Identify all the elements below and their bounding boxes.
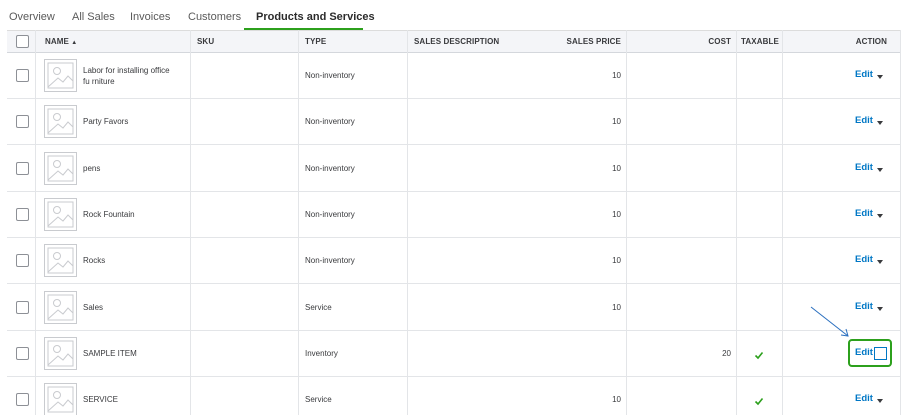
- tab-products-and-services[interactable]: Products and Services: [256, 11, 375, 23]
- item-sales-price: 10: [612, 256, 621, 266]
- row-checkbox[interactable]: [16, 115, 29, 129]
- action-menu-dropdown-button[interactable]: [874, 347, 887, 360]
- item-name: pens: [83, 163, 101, 173]
- tab-all-sales[interactable]: All Sales: [72, 11, 115, 23]
- item-type: Non-inventory: [305, 163, 355, 173]
- edit-link[interactable]: Edit: [855, 254, 873, 265]
- table-row[interactable]: SAMPLE ITEM Inventory 20 Edit: [7, 331, 901, 377]
- row-checkbox[interactable]: [16, 254, 29, 268]
- image-placeholder-icon: [44, 336, 77, 370]
- row-checkbox[interactable]: [16, 161, 29, 175]
- column-header-sku[interactable]: SKU: [197, 31, 214, 53]
- checkmark-icon: [754, 398, 764, 406]
- item-type: Non-inventory: [305, 210, 355, 220]
- item-sales-price: 10: [612, 71, 621, 81]
- image-placeholder-icon: [44, 151, 77, 185]
- select-all-checkbox[interactable]: [16, 35, 29, 48]
- row-checkbox[interactable]: [16, 300, 29, 314]
- checkmark-icon: [754, 351, 764, 360]
- row-checkbox[interactable]: [16, 346, 29, 360]
- caret-down-icon[interactable]: [877, 214, 883, 219]
- item-sales-price: 10: [612, 117, 621, 127]
- item-type: Non-inventory: [305, 71, 355, 81]
- item-type: Non-inventory: [305, 256, 355, 266]
- image-placeholder-icon: [44, 197, 77, 231]
- tab-customers[interactable]: Customers: [188, 11, 241, 23]
- row-checkbox[interactable]: [16, 208, 29, 222]
- image-placeholder-icon: [44, 244, 77, 278]
- caret-down-icon[interactable]: [877, 167, 883, 172]
- edit-link[interactable]: Edit: [855, 162, 873, 173]
- item-name: Party Favors: [83, 117, 129, 127]
- item-name: SAMPLE ITEM: [83, 348, 137, 358]
- annotation-arrow-icon: [810, 306, 849, 337]
- item-sales-price: 10: [612, 395, 621, 405]
- table-header: NAME ▲ SKU TYPE SALES DESCRIPTION SALES …: [7, 30, 901, 53]
- image-placeholder-icon: [44, 105, 77, 139]
- edit-link[interactable]: Edit: [855, 301, 873, 312]
- column-header-name[interactable]: NAME ▲: [45, 31, 77, 53]
- column-header-type[interactable]: TYPE: [305, 31, 326, 53]
- item-type: Service: [305, 395, 332, 405]
- column-header-taxable[interactable]: TAXABLE: [741, 31, 779, 53]
- edit-link[interactable]: Edit: [855, 115, 873, 126]
- item-name: SERVICE: [83, 395, 118, 405]
- caret-down-icon[interactable]: [877, 121, 883, 126]
- sort-ascending-icon: ▲: [71, 40, 78, 46]
- table-row[interactable]: Rocks Non-inventory 10 Edit: [7, 238, 901, 285]
- item-type: Non-inventory: [305, 117, 355, 127]
- edit-link[interactable]: Edit: [855, 208, 873, 219]
- table-row[interactable]: SERVICE Service 10 Edit: [7, 377, 901, 415]
- row-checkbox[interactable]: [16, 69, 29, 83]
- item-type: Inventory: [305, 348, 338, 358]
- image-placeholder-icon: [44, 290, 77, 324]
- item-sales-price: 10: [612, 302, 621, 312]
- tab-overview[interactable]: Overview: [9, 11, 55, 23]
- item-name: Sales: [83, 302, 104, 312]
- column-header-sales-price[interactable]: SALES PRICE: [527, 31, 621, 53]
- image-placeholder-icon: [44, 383, 77, 415]
- item-cost: 20: [722, 348, 731, 358]
- caret-down-icon[interactable]: [877, 260, 883, 265]
- column-header-sales-description[interactable]: SALES DESCRIPTION: [414, 31, 499, 53]
- column-header-cost[interactable]: COST: [633, 31, 731, 53]
- edit-link[interactable]: Edit: [855, 69, 873, 80]
- column-header-action: ACTION: [855, 37, 887, 46]
- item-sales-price: 10: [612, 163, 621, 173]
- tab-bar: Overview All Sales Invoices Customers Pr…: [0, 0, 901, 31]
- table-row[interactable]: pens Non-inventory 10 Edit: [7, 146, 901, 192]
- image-placeholder-icon: [44, 59, 77, 92]
- table-row[interactable]: Sales Service 10 Edit: [7, 285, 901, 331]
- caret-down-icon[interactable]: [877, 75, 883, 80]
- table-row[interactable]: Labor for installing office fu rniture No…: [7, 53, 901, 99]
- item-sales-price: 10: [612, 210, 621, 220]
- caret-down-icon[interactable]: [877, 399, 883, 404]
- table-row[interactable]: Party Favors Non-inventory 10 Edit: [7, 99, 901, 146]
- products-table: NAME ▲ SKU TYPE SALES DESCRIPTION SALES …: [7, 30, 901, 415]
- tab-invoices[interactable]: Invoices: [130, 11, 170, 23]
- caret-down-icon[interactable]: [877, 306, 883, 311]
- table-row[interactable]: Rock Fountain Non-inventory 10 Edit: [7, 192, 901, 238]
- item-type: Service: [305, 302, 332, 312]
- edit-link[interactable]: Edit: [855, 393, 873, 404]
- item-name: Rocks: [83, 256, 106, 266]
- row-checkbox[interactable]: [16, 393, 29, 407]
- item-name: Labor for installing office fu rniture: [83, 66, 170, 87]
- item-name: Rock Fountain: [83, 210, 135, 220]
